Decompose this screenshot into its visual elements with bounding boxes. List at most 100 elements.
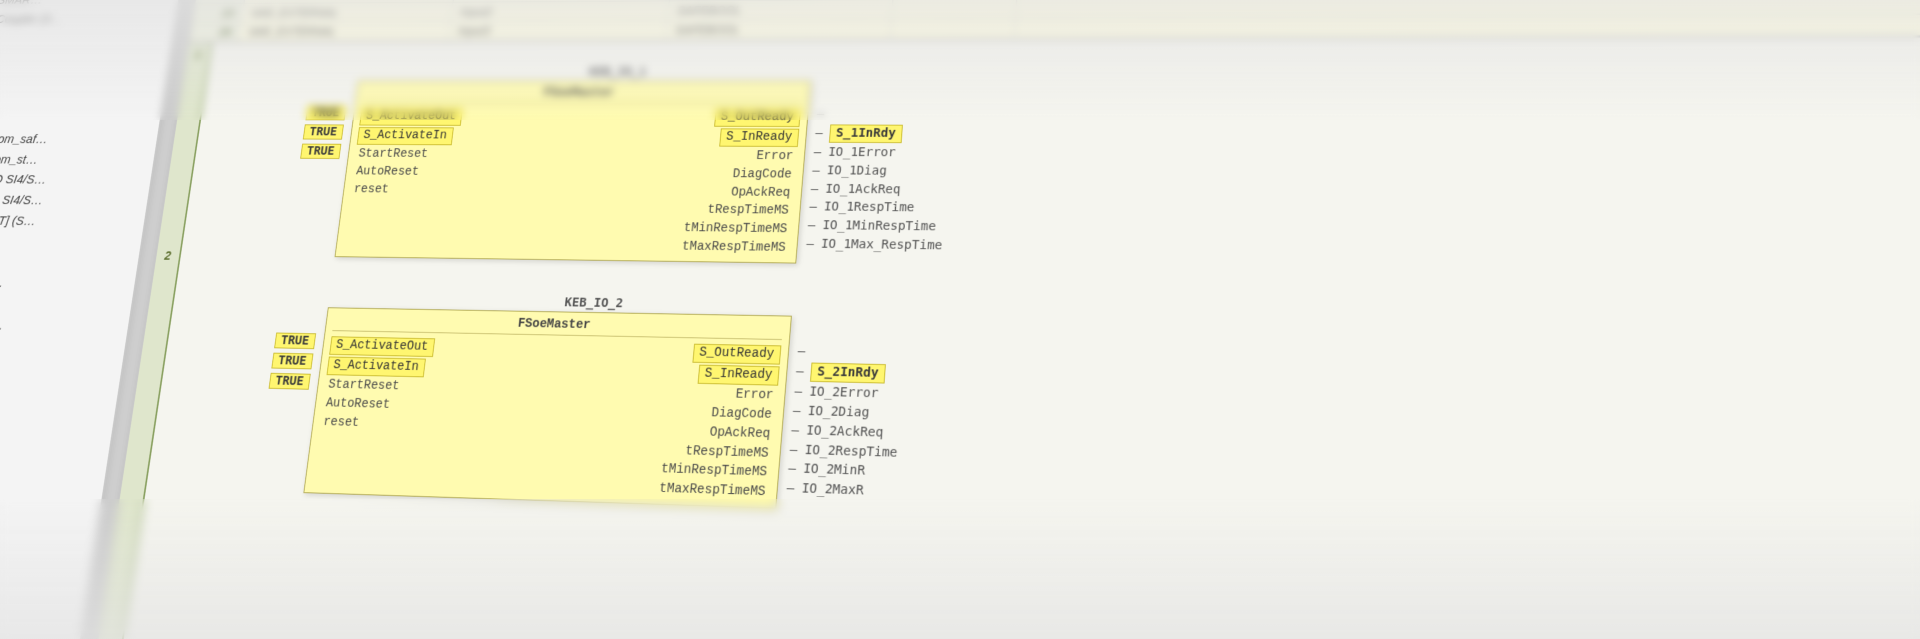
function-block[interactable]: FSoeMasterS_ActivateOutS_OutReadyS_Activ… xyxy=(303,307,792,508)
fb-output-pin[interactable]: Error xyxy=(752,148,797,165)
fb-output-link[interactable]: —IO_1MinRespTime xyxy=(807,218,944,236)
output-variable[interactable]: IO_2AckReq xyxy=(806,422,884,442)
cell-init[interactable] xyxy=(892,0,1017,19)
tree-item[interactable]: KEB_IO_1 [<-KEB_IO_1] (VFIO SI4/S… xyxy=(0,168,144,192)
tree-item[interactable]: Logical I/Os xyxy=(0,109,153,130)
tree-item[interactable]: KEB_IO_2 [<-KEB_IO_2] (VFIO SI4/S… xyxy=(0,188,141,213)
fb-input-pin[interactable]: reset xyxy=(319,414,363,432)
fb-output-link[interactable]: —IO_1RespTime xyxy=(809,199,946,217)
fb-output-link[interactable]: — IO_2Error xyxy=(794,383,902,403)
output-variable[interactable]: IO_1Diag xyxy=(826,163,887,180)
fb-output-pin[interactable]: tMaxRespTimeMS xyxy=(678,239,790,257)
fb-output-link[interactable]: —IO_2AckReq xyxy=(791,422,900,442)
output-variable[interactable]: IO_2MaxR xyxy=(801,481,864,501)
fb-input-lead[interactable] xyxy=(268,393,308,394)
output-variable[interactable]: IO_2MinR xyxy=(802,461,865,481)
fb-output-pin[interactable]: tMinRespTimeMS xyxy=(657,461,772,482)
fb-output-link[interactable]: — xyxy=(816,106,951,123)
fb-input-pin[interactable]: S_ActivateOut xyxy=(329,336,435,357)
wire-icon: — xyxy=(816,106,825,122)
output-variable[interactable]: IO_2Diag xyxy=(807,403,870,422)
output-variable[interactable]: IO_1AckReq xyxy=(825,181,901,198)
fb-input-lead[interactable]: TRUE xyxy=(269,373,311,390)
tree-item[interactable]: from_standard_to_safety [<-from_st… xyxy=(0,148,147,171)
wire-icon: — xyxy=(813,144,822,161)
wire-icon: — xyxy=(815,125,824,141)
tree-item-label: KEB_C6_SMART_Coupler (KEB_C6_SMART_Coupl… xyxy=(0,10,63,31)
tree-item[interactable]: KEB_C6_SMART_Coupler (KEB_C6_SMART_Coupl… xyxy=(0,9,169,31)
output-variable[interactable]: IO_1Max_RespTime xyxy=(820,236,943,254)
function-block[interactable]: FSoeMasterS_ActivateOutS_OutReadyS_Activ… xyxy=(334,80,811,263)
tree-item[interactable]: Safety Logic xyxy=(0,49,163,70)
cell-type[interactable]: SAFEBOOL xyxy=(667,0,893,20)
fb-output-link[interactable]: — S_1InRdy xyxy=(815,124,951,143)
fb-output-pin[interactable]: S_OutReady xyxy=(714,109,801,127)
fb-output-link[interactable]: — IO_1Error xyxy=(813,144,949,161)
output-variable[interactable]: IO_2RespTime xyxy=(804,442,898,462)
fb-output-pin[interactable]: OpAckReq xyxy=(705,424,774,443)
fb-input-pin[interactable]: S_ActivateOut xyxy=(359,108,463,126)
cell-scope[interactable]: VAR_EXTERNAL xyxy=(239,21,451,41)
fb-output-pin[interactable]: DiagCode xyxy=(707,405,776,424)
cell-scope[interactable]: VAR_EXTERNAL xyxy=(241,2,453,22)
fb-output-pin[interactable]: tMinRespTimeMS xyxy=(680,221,792,239)
fb-instance-name[interactable]: KEB_IO_1 xyxy=(401,65,843,79)
fb-output-pin[interactable]: DiagCode xyxy=(729,166,796,183)
fb-input-lead[interactable]: TRUE xyxy=(305,105,346,120)
fb-input-pin[interactable]: StartReset xyxy=(354,146,432,162)
fb-input-pin[interactable]: S_ActivateIn xyxy=(326,357,425,378)
fb-output-link[interactable]: —IO_2MaxR xyxy=(786,480,895,501)
fb-output-pin[interactable]: S_InReady xyxy=(719,128,799,146)
cell-name[interactable]: Input3 xyxy=(448,20,667,40)
tree-item[interactable]: S6A_EtherCAT [<-S6A_EtherCAT] (S… xyxy=(0,208,137,234)
fb-output-link[interactable]: —IO_1Max_RespTime xyxy=(806,236,943,255)
const-value[interactable]: TRUE xyxy=(271,353,313,370)
tree-item[interactable]: safety_plc xyxy=(0,69,160,89)
cell-name[interactable]: Input2 xyxy=(451,1,670,21)
fb-output-link[interactable]: —IO_2RespTime xyxy=(789,441,898,462)
tree-item[interactable]: from_safety_to_standard [<-from_saf… xyxy=(0,129,150,151)
wire-icon: — xyxy=(794,383,803,401)
fb-input-pin[interactable]: StartReset xyxy=(324,377,404,396)
fb-input-lead[interactable]: TRUE xyxy=(300,144,341,159)
fb-output-link[interactable]: —IO_1Diag xyxy=(812,162,948,180)
fb-output-pin[interactable]: S_OutReady xyxy=(692,344,781,365)
fb-input-lead[interactable]: TRUE xyxy=(303,124,344,139)
fb-output-link[interactable]: — xyxy=(797,343,905,363)
fb-output-link[interactable]: —IO_1AckReq xyxy=(810,181,946,199)
fb-output-link[interactable]: —IO_2Diag xyxy=(792,402,901,422)
fb-output-pin[interactable]: Error xyxy=(731,386,777,404)
tree-item[interactable]: Library Manager xyxy=(0,89,156,110)
fb-output-pin[interactable]: tRespTimeMS xyxy=(703,203,793,221)
output-variable[interactable]: S_1InRdy xyxy=(829,124,903,143)
const-value[interactable]: TRUE xyxy=(274,333,316,350)
fb-output-pin[interactable]: OpAckReq xyxy=(727,185,794,202)
fb-input-pin[interactable]: S_ActivateIn xyxy=(357,127,454,145)
fb-input-lead[interactable]: TRUE xyxy=(271,353,313,370)
fb-output-pin[interactable]: S_InReady xyxy=(698,365,780,386)
output-variable[interactable]: S_2InRdy xyxy=(810,363,885,384)
const-value[interactable]: TRUE xyxy=(305,105,346,120)
output-variable[interactable]: IO_1MinRespTime xyxy=(822,218,937,236)
cell-init[interactable] xyxy=(890,18,1015,38)
tree-item-label: KEB_IO_1 [->KEB_IO_1] (KEB-IO SafeDIn4/S… xyxy=(0,269,5,294)
fb-output-pin[interactable]: tRespTimeMS xyxy=(681,443,773,463)
fb-input-pin[interactable]: AutoReset xyxy=(352,164,423,181)
const-value[interactable]: TRUE xyxy=(300,144,341,159)
fb-output-pin[interactable]: tMaxRespTimeMS xyxy=(655,481,770,502)
cell-type[interactable]: SAFEBOOL xyxy=(665,19,891,39)
const-value[interactable]: TRUE xyxy=(303,124,344,139)
var-decl-table[interactable]: Line Scope Name Type Initial … Comment 2… xyxy=(189,0,1920,41)
fbd-canvas[interactable]: 12 KEB_IO_1TRUETRUETRUEFSoeMasterS_Activ… xyxy=(91,35,1920,639)
const-value[interactable]: TRUE xyxy=(269,373,311,390)
output-variable[interactable]: IO_1Error xyxy=(828,144,897,161)
output-variable[interactable]: IO_1RespTime xyxy=(823,199,915,217)
fb-input-pin[interactable]: AutoReset xyxy=(321,395,394,414)
fb-input-pin[interactable]: reset xyxy=(350,182,393,198)
tree-item[interactable]: KEB_IO_Safe_PLC (KEB IO Safe PLC) xyxy=(0,29,166,50)
fb-output-link[interactable]: —S_2InRdy xyxy=(795,362,903,384)
fb-output-link[interactable]: —IO_2MinR xyxy=(787,461,896,482)
fb-input-lead[interactable] xyxy=(267,398,307,399)
fb-input-lead[interactable]: TRUE xyxy=(274,333,316,350)
output-variable[interactable]: IO_2Error xyxy=(809,384,879,403)
